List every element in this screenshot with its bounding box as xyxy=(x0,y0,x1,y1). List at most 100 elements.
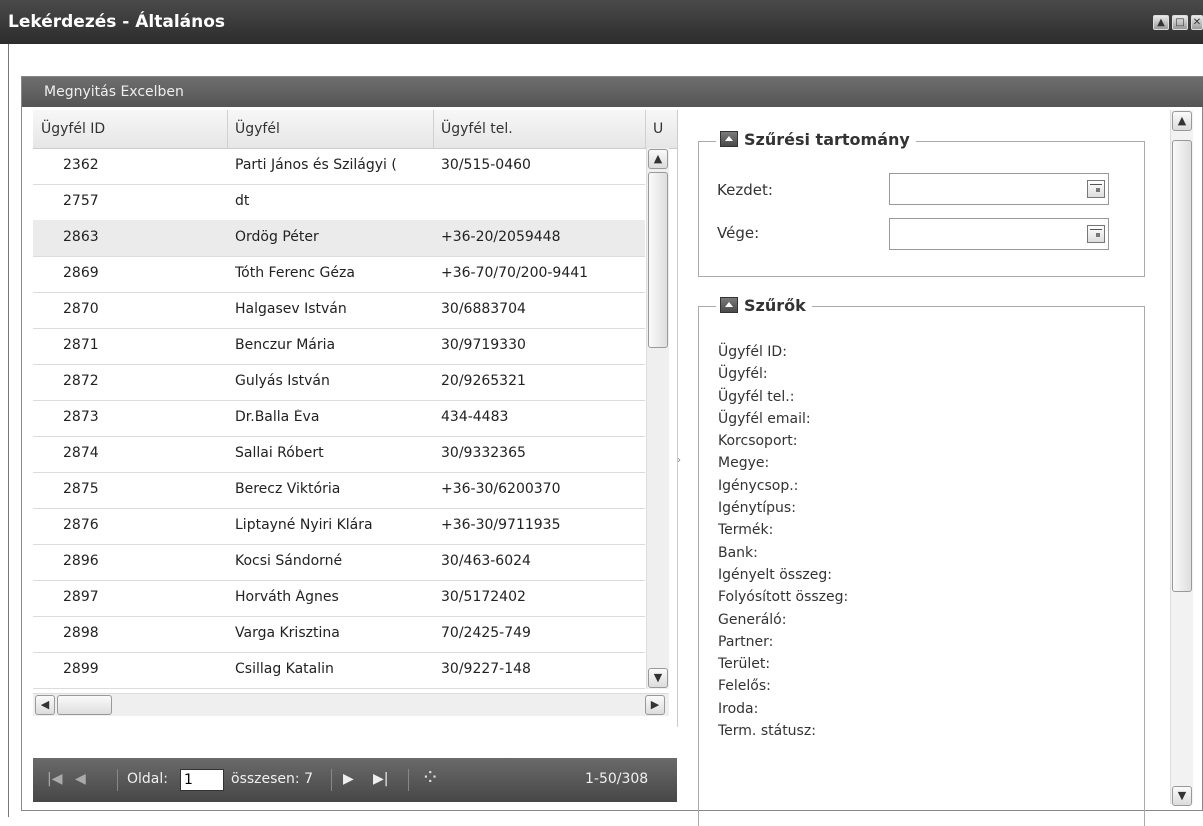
cell-client-name: Parti János és Szilágyi ( xyxy=(235,157,397,173)
date-range-title: Szűrési tartomány xyxy=(744,130,910,149)
page-number-input[interactable]: 1 xyxy=(180,769,224,791)
close-icon[interactable]: ✕ xyxy=(1191,15,1203,30)
scroll-up-icon[interactable]: ▲ xyxy=(648,149,668,169)
filter-label: Felelős: xyxy=(718,678,771,695)
filter-label: Ügyfél tel.: xyxy=(718,388,795,405)
last-page-icon[interactable]: ▶| xyxy=(373,771,388,787)
cell-client-id: 2875 xyxy=(63,481,99,497)
calendar-icon[interactable] xyxy=(1087,225,1105,243)
cell-client-id: 2872 xyxy=(63,373,99,389)
filter-label: Term. státusz: xyxy=(718,723,816,740)
table-row[interactable]: 2870 Halgasev István 30/6883704 xyxy=(33,292,645,329)
filter-label: Terület: xyxy=(718,656,771,673)
scroll-right-icon[interactable]: ▶ xyxy=(645,695,665,715)
horizontal-scroll-thumb[interactable] xyxy=(57,695,112,715)
cell-client-id: 2869 xyxy=(63,265,99,281)
cell-client-tel: 30/515-0460 xyxy=(441,157,531,173)
panel-splitter-icon[interactable]: › xyxy=(677,455,685,475)
filter-list: Ügyfél ID: Ügyfél: Ügyfél tel.: Ügyfél emai… xyxy=(718,341,848,742)
first-page-icon[interactable]: |◀ xyxy=(47,771,62,787)
filter-label: Igénytípus: xyxy=(718,500,796,517)
table-row[interactable]: 2872 Gulyás István 20/9265321 xyxy=(33,364,645,401)
table-row[interactable]: 2869 Tóth Ferenc Géza +36-70/70/200-9441 xyxy=(33,256,645,293)
cell-client-name: Varga Krisztina xyxy=(235,625,340,641)
collapse-icon[interactable] xyxy=(720,131,738,147)
scroll-thumb[interactable] xyxy=(648,172,668,348)
filter-label: Igényelt összeg: xyxy=(718,566,832,583)
table-row[interactable]: 2875 Berecz Viktória +36-30/6200370 xyxy=(33,472,645,509)
date-range-fieldset xyxy=(698,141,1145,277)
cell-client-id: 2876 xyxy=(63,517,99,533)
cell-client-name: Benczur Mária xyxy=(235,337,336,353)
table-row[interactable]: 2896 Kocsi Sándorné 30/463-6024 xyxy=(33,544,645,581)
cell-client-id: 2870 xyxy=(63,301,99,317)
maximize-icon[interactable]: □ xyxy=(1172,15,1188,30)
refresh-icon[interactable]: ⁘ xyxy=(421,766,439,791)
table-row[interactable]: 2898 Varga Krisztina 70/2425-749 xyxy=(33,616,645,653)
cell-client-tel: +36-20/2059448 xyxy=(441,229,561,245)
table-row[interactable]: 2874 Sallai Róbert 30/9332365 xyxy=(33,436,645,473)
table-row[interactable]: 2899 Csillag Katalin 30/9227-148 xyxy=(33,652,645,689)
panel-vertical-scrollbar[interactable]: ▲ ▼ xyxy=(1170,110,1193,806)
table-row[interactable]: 2362 Parti János és Szilágyi ( 30/515-0460 xyxy=(33,148,645,185)
table-row[interactable]: 2757 dt xyxy=(33,184,645,221)
filter-label: Bank: xyxy=(718,544,758,561)
scroll-down-icon[interactable]: ▼ xyxy=(648,668,668,688)
grid-header: Ügyfél ID Ügyfél Ügyfél tel. Ü xyxy=(33,110,677,149)
filter-label: Ügyfél email: xyxy=(718,410,811,427)
start-date-label: Kezdet: xyxy=(717,181,773,199)
date-range-legend[interactable]: Szűrési tartomány xyxy=(716,130,916,149)
scroll-left-icon[interactable]: ◀ xyxy=(35,695,55,715)
filter-label: Igénycsop.: xyxy=(718,477,799,494)
column-header-client-tel[interactable]: Ügyfél tel. xyxy=(441,121,513,137)
grid-vertical-scrollbar[interactable]: ▲ ▼ xyxy=(646,148,669,689)
cell-client-id: 2899 xyxy=(63,661,99,677)
grid-horizontal-scrollbar[interactable]: ◀ ▶ xyxy=(33,693,669,716)
collapse-icon[interactable] xyxy=(720,297,738,313)
column-separator[interactable] xyxy=(433,110,434,148)
cell-client-name: Halgasev István xyxy=(235,301,347,317)
cell-client-id: 2871 xyxy=(63,337,99,353)
open-in-excel-button[interactable]: Megnyitás Excelben xyxy=(44,84,184,100)
column-header-client-more[interactable]: Ü xyxy=(653,121,675,137)
cell-client-tel: 30/463-6024 xyxy=(441,553,531,569)
table-row[interactable]: 2897 Horváth Ágnes 30/5172402 xyxy=(33,580,645,617)
window-title: Lekérdezés - Általános xyxy=(8,12,226,32)
scroll-thumb[interactable] xyxy=(1172,140,1192,592)
table-row[interactable]: 2873 Dr.Balla Éva 434-4483 xyxy=(33,400,645,437)
column-header-client-id[interactable]: Ügyfél ID xyxy=(41,121,105,137)
cell-client-tel: 30/9332365 xyxy=(441,445,526,461)
column-separator[interactable] xyxy=(227,110,228,148)
previous-page-icon[interactable]: ◀ xyxy=(75,771,86,787)
column-header-client[interactable]: Ügyfél xyxy=(235,121,280,137)
table-row[interactable]: 2871 Benczur Mária 30/9719330 xyxy=(33,328,645,365)
filter-label: Folyósított összeg: xyxy=(718,589,849,606)
cell-client-id: 2896 xyxy=(63,553,99,569)
filter-label: Generáló: xyxy=(718,611,787,628)
cell-client-tel: 70/2425-749 xyxy=(441,625,531,641)
grid-pager: |◀ ◀ Oldal: 1 összesen: 7 ▶ ▶| ⁘ 1-50/30… xyxy=(33,758,677,802)
scroll-down-icon[interactable]: ▼ xyxy=(1172,786,1192,806)
scroll-up-icon[interactable]: ▲ xyxy=(1172,111,1192,131)
minimize-icon[interactable]: ▲ xyxy=(1153,15,1169,30)
cell-client-tel: 20/9265321 xyxy=(441,373,526,389)
calendar-icon[interactable] xyxy=(1087,180,1105,198)
cell-client-id: 2362 xyxy=(63,157,99,173)
table-row[interactable]: 2876 Liptayné Nyiri Klára +36-30/9711935 xyxy=(33,508,645,545)
start-date-field[interactable] xyxy=(889,173,1109,205)
filter-label: Iroda: xyxy=(718,700,759,717)
filter-label: Partner: xyxy=(718,633,774,650)
filters-legend[interactable]: Szűrők xyxy=(716,296,812,315)
cell-client-id: 2863 xyxy=(63,229,99,245)
cell-client-name: Dr.Balla Éva xyxy=(235,409,320,425)
cell-client-name: Tóth Ferenc Géza xyxy=(235,265,355,281)
cell-client-name: Horváth Ágnes xyxy=(235,589,339,605)
end-date-field[interactable] xyxy=(889,218,1109,250)
column-separator[interactable] xyxy=(645,110,646,148)
next-page-icon[interactable]: ▶ xyxy=(343,771,354,787)
cell-client-tel: 30/6883704 xyxy=(441,301,526,317)
cell-client-id: 2757 xyxy=(63,193,99,209)
results-grid: Ügyfél ID Ügyfél Ügyfél tel. Ü 2362 Parti… xyxy=(33,110,678,727)
table-row[interactable]: 2863 Ördög Péter +36-20/2059448 xyxy=(33,220,645,257)
cell-client-tel: 30/9719330 xyxy=(441,337,526,353)
